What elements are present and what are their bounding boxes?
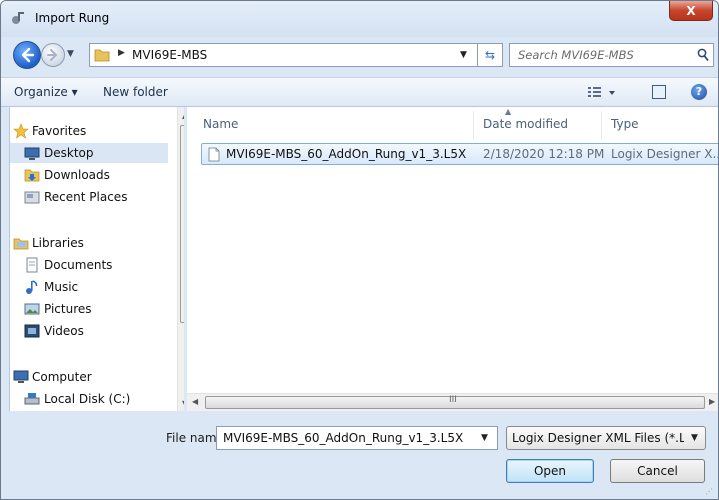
sidebar-item-label: Recent Places [44, 190, 128, 204]
videos-icon [24, 324, 40, 338]
window-title: Import Rung [35, 11, 110, 25]
column-header-date-modified[interactable]: Date modified [483, 117, 568, 131]
sidebar-item-label: Local Disk (C:) [44, 392, 131, 406]
libraries-icon [13, 238, 29, 250]
column-header-name[interactable]: Name [203, 117, 238, 131]
disk-icon [24, 393, 40, 405]
sidebar-item-recent-places[interactable]: Recent Places [10, 187, 168, 207]
sidebar-item-label: Pictures [44, 302, 92, 316]
refresh-button[interactable]: ⇆ [477, 43, 503, 67]
sidebar-item-videos[interactable]: Videos [10, 321, 168, 341]
address-bar[interactable]: ▶ MVI69E-MBS ▼ [89, 43, 499, 67]
column-divider[interactable] [473, 111, 474, 139]
file-type-select[interactable]: Logix Designer XML Files (*.L5X ▼ [506, 426, 706, 450]
address-dropdown-icon[interactable]: ▼ [460, 50, 467, 60]
organize-button[interactable]: Organize ▾ [14, 85, 78, 99]
music-icon [26, 280, 38, 294]
sidebar-item-label: Desktop [44, 146, 94, 160]
command-toolbar: Organize ▾ New folder ? [1, 77, 718, 107]
sidebar-item-pictures[interactable]: Pictures [10, 299, 168, 319]
scrollbar-thumb[interactable]: ≡ [180, 125, 184, 323]
sidebar-item-downloads[interactable]: Downloads [10, 165, 168, 185]
title-bar[interactable]: Import Rung X [1, 1, 718, 37]
pictures-icon [24, 303, 40, 315]
file-name-field[interactable]: MVI69E-MBS_60_AddOn_Rung_v1_3.L5X ▼ [216, 426, 498, 450]
downloads-folder-icon [24, 169, 40, 182]
help-icon[interactable]: ? [691, 84, 707, 100]
column-divider[interactable] [601, 111, 602, 139]
breadcrumb-chevron-icon[interactable]: ▶ [118, 48, 125, 58]
star-icon [13, 123, 29, 139]
dialog-footer: File name: MVI69E-MBS_60_AddOn_Rung_v1_3… [1, 411, 718, 499]
sidebar-item-label: Favorites [32, 124, 87, 138]
sort-ascending-icon: ▲ [505, 107, 512, 116]
navigation-pane[interactable]: Favorites Desktop Downloads Recent Place… [9, 107, 184, 411]
close-icon: X [686, 3, 696, 18]
file-type-value: Logix Designer XML Files (*.L5X [512, 431, 684, 445]
new-folder-button[interactable]: New folder [103, 85, 168, 99]
search-box[interactable]: Search MVI69E-MBS [509, 43, 714, 67]
change-view-icon[interactable] [587, 85, 621, 101]
folder-icon [94, 49, 110, 62]
sidebar-item-computer[interactable]: Computer [10, 367, 168, 387]
computer-icon [13, 370, 29, 383]
file-type-cell: Logix Designer X... [611, 147, 719, 161]
column-header-type[interactable]: Type [611, 117, 639, 131]
sidebar-item-label: Libraries [32, 236, 84, 250]
file-name-value[interactable]: MVI69E-MBS_60_AddOn_Rung_v1_3.L5X [223, 431, 463, 445]
search-input[interactable]: Search MVI69E-MBS [518, 48, 634, 62]
search-icon[interactable] [697, 48, 709, 62]
recent-places-icon [24, 191, 40, 204]
close-button[interactable]: X [669, 1, 713, 21]
refresh-icon: ⇆ [484, 48, 496, 62]
preview-pane-icon[interactable] [652, 85, 666, 99]
open-button[interactable]: Open [506, 459, 594, 483]
sidebar-item-label: Music [44, 280, 79, 294]
file-list-horizontal-scrollbar[interactable]: ◀ III ▶ [187, 393, 718, 411]
grip-icon: III [449, 395, 457, 405]
scroll-left-icon[interactable]: ◀ [192, 397, 198, 406]
sidebar-item-label: Videos [44, 324, 84, 338]
sidebar-item-libraries[interactable]: Libraries [10, 233, 168, 253]
file-type-dropdown-icon[interactable]: ▼ [691, 433, 698, 443]
file-list-pane[interactable]: Name ▲ Date modified Type MVI69E-MBS_60_… [187, 107, 718, 411]
forward-button[interactable] [41, 43, 65, 67]
file-icon [208, 147, 220, 162]
sidebar-item-label: Downloads [44, 168, 110, 182]
file-row[interactable]: MVI69E-MBS_60_AddOn_Rung_v1_3.L5X 2/18/2… [201, 143, 719, 165]
desktop-icon [24, 147, 40, 160]
recent-locations-dropdown-icon[interactable]: ▼ [67, 49, 74, 59]
sidebar-item-favorites[interactable]: Favorites [10, 121, 168, 141]
sidebar-item-label: Computer [32, 370, 92, 384]
file-name-cell: MVI69E-MBS_60_AddOn_Rung_v1_3.L5X [226, 147, 467, 161]
back-arrow-icon [21, 47, 35, 63]
app-icon [12, 12, 24, 24]
sidebar-item-label: Documents [44, 258, 113, 272]
file-name-dropdown-icon[interactable]: ▼ [481, 433, 488, 443]
scroll-right-icon[interactable]: ▶ [709, 397, 715, 406]
sidebar-item-local-disk[interactable]: Local Disk (C:) [10, 389, 168, 409]
cancel-button[interactable]: Cancel [610, 459, 705, 483]
sidebar-item-desktop[interactable]: Desktop [10, 143, 168, 163]
scroll-down-icon[interactable]: ▼ [182, 399, 184, 408]
breadcrumb-segment[interactable]: MVI69E-MBS [132, 48, 207, 62]
documents-icon [26, 257, 38, 273]
sidebar-item-documents[interactable]: Documents [10, 255, 168, 275]
forward-arrow-icon [47, 49, 58, 61]
sidebar-item-music[interactable]: Music [10, 277, 168, 297]
resize-grip-icon[interactable]: ⋰ [705, 487, 713, 496]
import-rung-dialog: Import Rung X ▼ ▶ MVI69E-MBS ▼ Search MV… [0, 0, 719, 500]
scroll-up-icon[interactable]: ▲ [182, 111, 184, 120]
back-button[interactable] [13, 41, 41, 69]
navigation-scrollbar[interactable]: ▲ ≡ ▼ [177, 107, 184, 411]
file-date-cell: 2/18/2020 12:18 PM [483, 147, 605, 161]
